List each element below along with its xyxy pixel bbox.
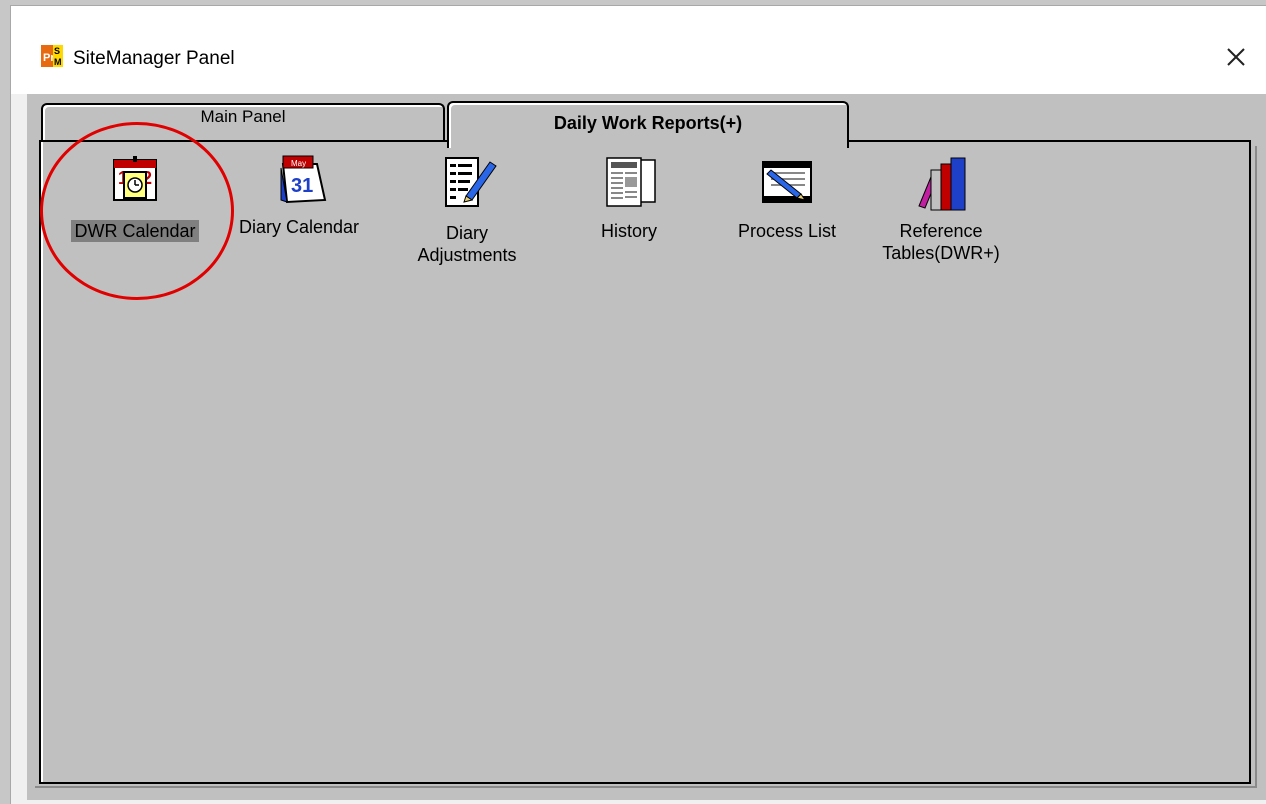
diary-calendar-item[interactable]: May 31 Diary Calendar xyxy=(221,154,377,238)
diary-adjustments-item[interactable]: Diary Adjustments xyxy=(407,156,527,266)
sitemanager-logo-icon: Pr S M xyxy=(41,45,63,67)
newspaper-icon xyxy=(606,157,656,207)
dwr-calendar-item[interactable]: 1 2 DWR Calendar xyxy=(41,156,229,242)
history-label: History xyxy=(600,221,657,241)
reference-tables-label-line2: Tables(DWR+) xyxy=(882,243,1000,263)
history-item[interactable]: History xyxy=(575,156,683,242)
panel-shadow-right xyxy=(1255,146,1257,788)
title-bar: Pr S M SiteManager Panel xyxy=(11,6,1266,94)
calendar-clock-icon: 1 2 xyxy=(113,156,157,201)
books-icon xyxy=(918,157,966,211)
desk-calendar-icon: May 31 xyxy=(280,155,327,204)
close-button[interactable] xyxy=(1218,40,1254,76)
process-window-icon xyxy=(762,161,812,203)
svg-text:S: S xyxy=(54,46,60,56)
diary-adjustments-label-line2: Adjustments xyxy=(417,245,517,265)
panel-shadow-bottom xyxy=(35,786,1257,788)
tab-daily-work-reports-label: Daily Work Reports(+) xyxy=(553,113,743,133)
panel-client-area: Main Panel Daily Work Reports(+) 1 2 DWR… xyxy=(27,94,1266,800)
tab-main-panel-label: Main Panel xyxy=(200,107,286,126)
window-title: SiteManager Panel xyxy=(73,48,235,69)
document-pencil-icon xyxy=(445,157,497,207)
svg-text:M: M xyxy=(54,57,62,67)
sitemanager-window: Pr S M SiteManager Panel Main Panel Dail… xyxy=(10,5,1266,804)
calendar-month-text: May xyxy=(291,159,306,168)
close-icon xyxy=(1227,48,1245,66)
calendar-day-text: 31 xyxy=(291,175,313,197)
tab-main-panel[interactable]: Main Panel xyxy=(41,103,445,142)
reference-tables-item[interactable]: Reference Tables(DWR+) xyxy=(881,156,1001,264)
diary-adjustments-label-line1: Diary xyxy=(445,223,488,243)
tab-daily-work-reports[interactable]: Daily Work Reports(+) xyxy=(447,101,849,148)
process-list-item[interactable]: Process List xyxy=(725,156,849,242)
dwr-calendar-label: DWR Calendar xyxy=(71,220,199,242)
diary-calendar-label: Diary Calendar xyxy=(238,217,360,237)
process-list-label: Process List xyxy=(737,221,837,241)
reference-tables-label-line1: Reference xyxy=(899,221,983,241)
